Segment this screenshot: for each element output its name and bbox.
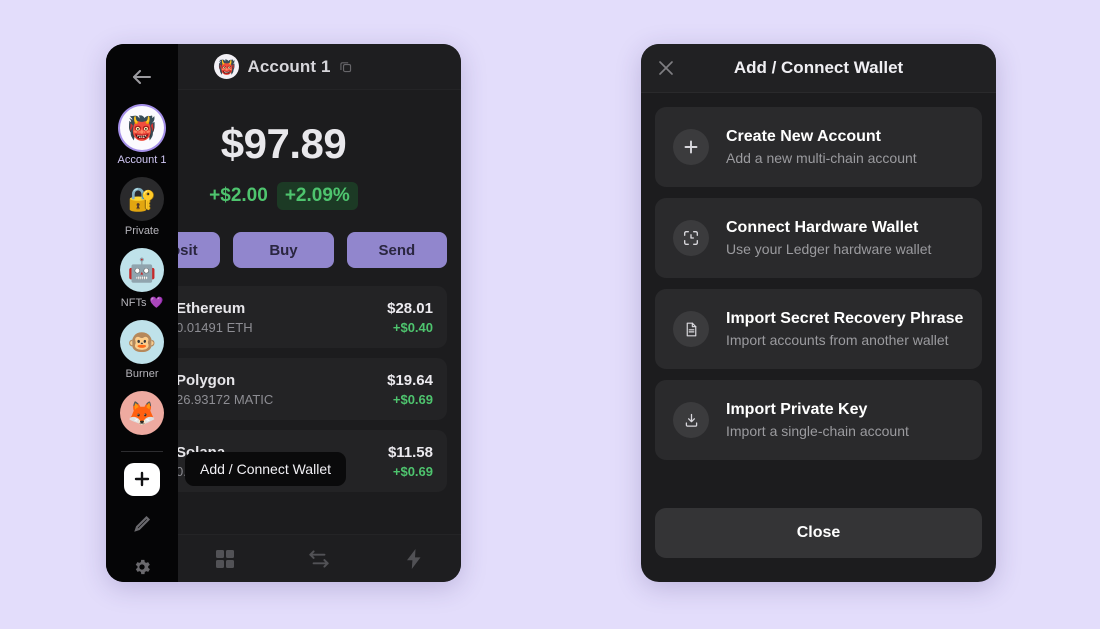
add-connect-wallet-modal: Add / Connect Wallet Create New Account … <box>641 44 996 582</box>
option-subtitle: Add a new multi-chain account <box>726 150 917 166</box>
modal-footer: Close <box>641 508 996 582</box>
token-change: +$0.40 <box>392 319 433 335</box>
token-amount: 26.93172 MATIC <box>176 391 274 407</box>
option-connect-hardware-wallet[interactable]: Connect Hardware Wallet Use your Ledger … <box>655 198 982 278</box>
option-title: Create New Account <box>726 128 881 145</box>
tab-grid[interactable] <box>178 547 272 571</box>
option-title: Import Private Key <box>726 401 868 418</box>
option-title: Import Secret Recovery Phrase <box>726 310 964 327</box>
close-x-icon[interactable] <box>656 58 676 78</box>
token-change: +$0.69 <box>392 391 433 407</box>
sidebar-item-label: Private <box>124 225 160 237</box>
account-avatar: 🦊 <box>120 391 164 435</box>
account-name: Account 1 <box>247 56 331 76</box>
send-button[interactable]: Send <box>346 232 447 268</box>
sidebar-divider <box>121 451 163 452</box>
sidebar-item-label: NFTs 💜 <box>120 297 164 309</box>
avatar-glyph: 👹 <box>218 58 236 75</box>
avatar-glyph: 🦊 <box>127 399 157 426</box>
avatar-glyph: 👹 <box>127 114 157 141</box>
account-avatar: 👹 <box>120 106 164 150</box>
option-subtitle: Use your Ledger hardware wallet <box>726 241 932 257</box>
balance-change-pct: +2.09% <box>276 182 358 210</box>
modal-options: Create New Account Add a new multi-chain… <box>641 93 996 508</box>
avatar: 👹 <box>214 54 240 79</box>
copy-icon[interactable] <box>339 60 353 74</box>
sidebar-item-label: Account 1 <box>117 154 167 166</box>
tab-activity[interactable] <box>367 547 461 571</box>
plus-icon <box>673 129 709 165</box>
sidebar-item-burner[interactable]: 🐵 Burner <box>106 320 178 380</box>
sidebar-item-account-1[interactable]: 👹 Account 1 <box>106 106 178 166</box>
grid-icon <box>216 549 235 568</box>
swap-icon <box>309 549 330 568</box>
account-avatar: 🐵 <box>120 320 164 364</box>
token-name: Polygon <box>176 371 236 389</box>
token-name: Ethereum <box>176 299 246 317</box>
plus-icon <box>134 472 150 487</box>
tab-swap[interactable] <box>272 546 366 572</box>
sidebar-item-private[interactable]: 🔐 Private <box>106 177 178 237</box>
option-title: Connect Hardware Wallet <box>726 219 919 236</box>
option-create-new-account[interactable]: Create New Account Add a new multi-chain… <box>655 107 982 187</box>
account-avatar: 🤖 <box>120 248 164 292</box>
avatar-glyph: 🤖 <box>127 256 157 283</box>
document-icon <box>673 311 709 347</box>
bolt-icon <box>406 548 421 569</box>
token-value: $28.01 <box>387 299 433 317</box>
scan-frame-icon <box>673 220 709 256</box>
buy-button[interactable]: Buy <box>233 232 334 268</box>
balance-change-abs: +$2.00 <box>209 185 268 206</box>
back-arrow-icon[interactable] <box>129 66 155 88</box>
tooltip: Add / Connect Wallet <box>185 452 346 486</box>
wallet-panel: 👹 Account 1 $97.89 +$2.00 +2.09% Deposit <box>106 44 461 582</box>
avatar-glyph: 🐵 <box>127 328 157 355</box>
option-subtitle: Import a single-chain account <box>726 423 909 439</box>
sidebar-item-nfts[interactable]: 🤖 NFTs 💜 <box>106 248 178 309</box>
account-sidebar: 👹 Account 1 🔐 Private 🤖 NFTs 💜 🐵 Burner … <box>106 44 178 582</box>
modal-header: Add / Connect Wallet <box>641 44 996 93</box>
token-change: +$0.69 <box>392 463 433 479</box>
token-amount: 0.01491 ETH <box>176 319 253 335</box>
sidebar-item-label: Burner <box>125 368 159 380</box>
add-connect-wallet-button[interactable] <box>124 462 160 496</box>
screen-root: 👹 Account 1 $97.89 +$2.00 +2.09% Deposit <box>0 0 1100 629</box>
settings-gear-icon[interactable] <box>132 557 152 582</box>
token-value: $11.58 <box>387 443 433 461</box>
close-button[interactable]: Close <box>655 508 982 558</box>
page-title: Add / Connect Wallet <box>733 58 904 77</box>
download-icon <box>673 402 709 438</box>
sidebar-item-extra[interactable]: 🦊 <box>106 391 178 435</box>
token-value: $19.64 <box>387 371 433 389</box>
option-import-secret-recovery-phrase[interactable]: Import Secret Recovery Phrase Import acc… <box>655 289 982 369</box>
option-subtitle: Import accounts from another wallet <box>726 332 949 348</box>
avatar-glyph: 🔐 <box>127 185 157 212</box>
account-avatar: 🔐 <box>120 177 164 221</box>
edit-pencil-icon[interactable] <box>132 514 152 539</box>
option-import-private-key[interactable]: Import Private Key Import a single-chain… <box>655 380 982 460</box>
